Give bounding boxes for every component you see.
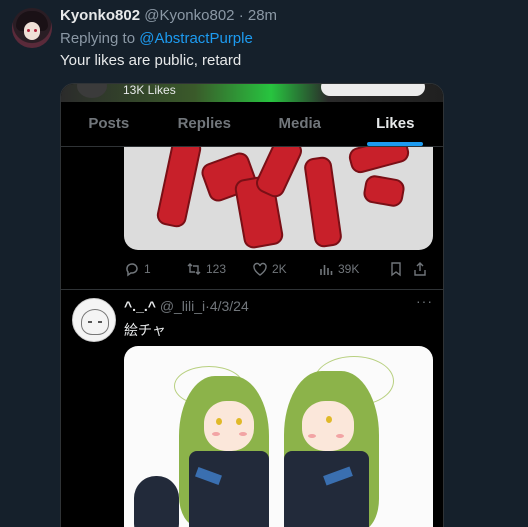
share-icon — [414, 262, 426, 276]
liked-tweet-text: 絵チャ — [124, 322, 166, 338]
tweet-divider — [61, 289, 443, 290]
tab-replies: Replies — [177, 115, 231, 132]
profile-action-pill — [321, 84, 425, 96]
reply-icon — [126, 263, 138, 277]
repost-count: 123 — [206, 262, 227, 276]
liked-tweet-image — [124, 147, 433, 250]
replying-to-mention[interactable]: @AbstractPurple — [139, 30, 253, 47]
attached-screenshot[interactable]: 13K Likes Posts Replies Media Likes 1 12… — [60, 83, 444, 527]
profile-back-button — [77, 84, 107, 98]
views-icon — [320, 265, 333, 275]
tab-posts: Posts — [88, 115, 130, 132]
view-count: 39K — [338, 262, 360, 276]
tab-media: Media — [278, 115, 321, 132]
liked-author-handle: @_lili_i — [159, 298, 206, 314]
avatar-eye — [34, 29, 37, 32]
repost-icon — [187, 263, 201, 275]
avatar-eye — [27, 29, 30, 32]
author-avatar[interactable] — [12, 8, 52, 48]
like-count: 2K — [272, 262, 287, 276]
liked-author-avatar — [72, 298, 116, 342]
tweet-actions: 1 123 2K 39K — [124, 258, 436, 280]
author-handle[interactable]: @Kyonko802 — [144, 7, 234, 24]
more-options-icon: ··· — [416, 293, 433, 309]
tweet-text: Your likes are public, retard — [60, 52, 242, 69]
share-action — [412, 261, 432, 277]
repost-action: 123 — [186, 261, 252, 277]
tab-likes: Likes — [348, 102, 444, 146]
like-action: 2K — [252, 261, 318, 277]
reply-tweet: Kyonko802 @Kyonko802 · 28m Replying to @… — [0, 0, 528, 527]
reply-action: 1 — [124, 261, 186, 277]
profile-tabs: Posts Replies Media Likes — [61, 102, 443, 147]
time-separator: · — [238, 7, 244, 24]
views-action: 39K — [318, 261, 388, 277]
liked-tweet-date: 4/3/24 — [209, 298, 249, 314]
replying-to-line: Replying to @AbstractPurple — [60, 30, 253, 47]
avatar-doodle — [81, 309, 109, 335]
tweet-header: Kyonko802 @Kyonko802 · 28m — [60, 7, 277, 24]
likes-count: 13K Likes — [123, 83, 176, 97]
bookmark-icon — [391, 262, 401, 277]
liked-tweet-image-art — [124, 346, 433, 527]
bookmark-action — [388, 261, 412, 277]
liked-author-name: ^._.^ — [124, 298, 156, 314]
heart-icon — [253, 262, 267, 276]
replying-prefix: Replying to — [60, 30, 140, 47]
author-display-name[interactable]: Kyonko802 — [60, 7, 140, 24]
reply-count: 1 — [144, 262, 151, 276]
profile-header-strip: 13K Likes — [61, 84, 443, 102]
tweet-time[interactable]: 28m — [248, 7, 277, 24]
liked-tweet-header: ^._.^ @_lili_i·4/3/24 — [124, 298, 249, 314]
